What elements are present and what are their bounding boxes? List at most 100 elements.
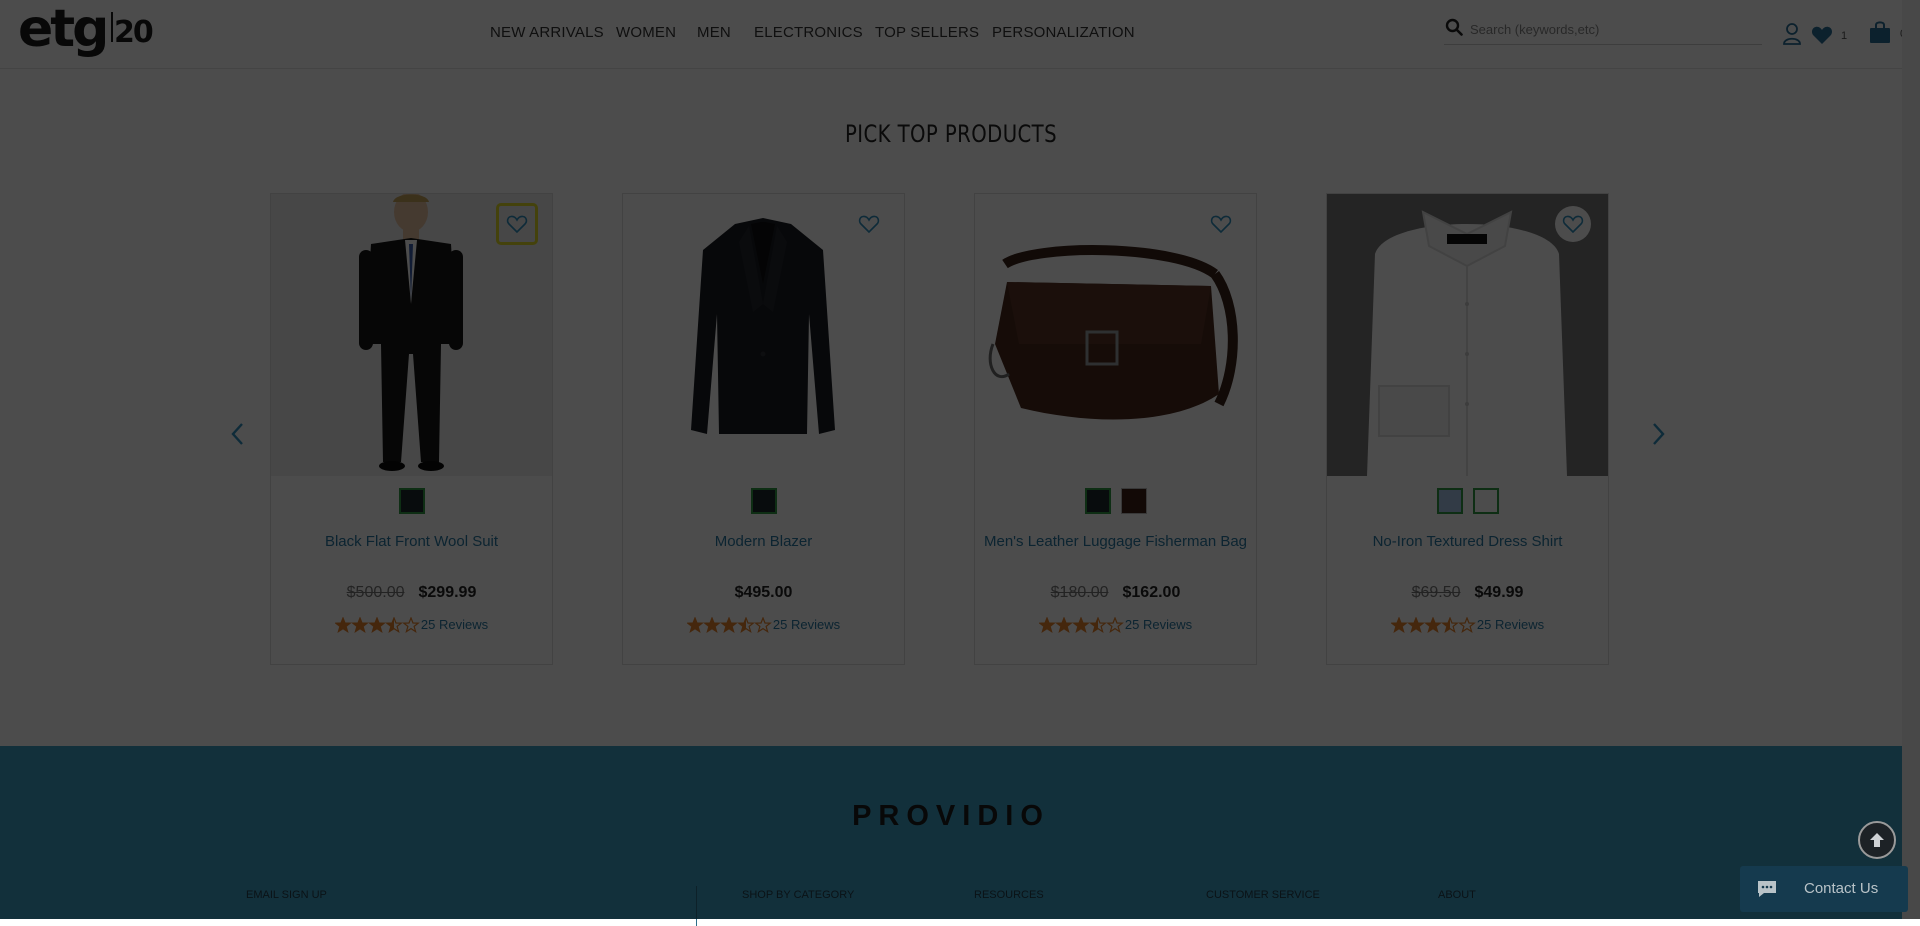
nav-electronics[interactable]: ELECTRONICS bbox=[754, 24, 863, 41]
add-to-wishlist-button[interactable] bbox=[1203, 206, 1239, 242]
footer-divider bbox=[696, 886, 697, 926]
swatch-black[interactable] bbox=[750, 488, 777, 514]
add-to-wishlist-button[interactable] bbox=[496, 203, 538, 245]
star-icon bbox=[686, 616, 704, 633]
site-header: etg 20 NEW ARRIVALS WOMEN MEN ELECTRONIC… bbox=[0, 0, 1920, 69]
star-icon bbox=[1390, 616, 1408, 633]
swatch-white[interactable] bbox=[1472, 488, 1499, 514]
star-icon bbox=[1424, 616, 1442, 633]
product-name[interactable]: Men's Leather Luggage Fisherman Bag bbox=[975, 533, 1256, 550]
star-icon bbox=[754, 616, 772, 633]
star-icon bbox=[402, 616, 420, 633]
product-name[interactable]: Modern Blazer bbox=[623, 533, 904, 550]
product-price: $180.00 $162.00 bbox=[975, 584, 1256, 602]
search-bar bbox=[1444, 16, 1762, 45]
sale-price: $299.99 bbox=[418, 584, 477, 601]
nav-top-sellers[interactable]: TOP SELLERS bbox=[875, 24, 979, 41]
sale-price: $495.00 bbox=[734, 584, 793, 601]
star-rating-icon bbox=[1390, 616, 1476, 633]
reviews-link[interactable]: 25 Reviews bbox=[1125, 617, 1192, 632]
star-icon bbox=[1458, 616, 1476, 633]
heart-icon[interactable] bbox=[1811, 25, 1833, 45]
star-icon bbox=[703, 616, 721, 633]
footer-resources-heading: RESOURCES bbox=[974, 889, 1044, 901]
star-rating-icon bbox=[686, 616, 772, 633]
search-icon[interactable] bbox=[1445, 18, 1463, 36]
arrow-up-icon bbox=[1870, 833, 1884, 847]
product-name[interactable]: Black Flat Front Wool Suit bbox=[271, 533, 552, 550]
color-swatches bbox=[975, 488, 1256, 514]
star-icon bbox=[1055, 616, 1073, 633]
shopping-bag-icon[interactable] bbox=[1869, 20, 1891, 44]
original-price: $69.50 bbox=[1411, 584, 1461, 601]
color-swatches bbox=[271, 488, 552, 514]
heart-outline-icon bbox=[858, 215, 880, 234]
product-price: $495.00 bbox=[623, 584, 904, 602]
contact-us-label: Contact Us bbox=[1804, 880, 1879, 897]
footer-email-signup-heading: EMAIL SIGN UP bbox=[246, 889, 327, 901]
footer-about-heading: ABOUT bbox=[1438, 889, 1476, 901]
heart-outline-icon bbox=[1562, 215, 1584, 234]
star-rating-icon bbox=[334, 616, 420, 633]
chat-bubble-icon bbox=[1758, 881, 1776, 897]
product-card[interactable]: Black Flat Front Wool Suit $500.00 $299.9… bbox=[270, 193, 553, 665]
product-rating: 25 Reviews bbox=[1327, 616, 1608, 633]
swatch-black[interactable] bbox=[398, 488, 425, 514]
nav-new-arrivals[interactable]: NEW ARRIVALS bbox=[490, 24, 604, 41]
star-icon bbox=[1106, 616, 1124, 633]
reviews-link[interactable]: 25 Reviews bbox=[773, 617, 840, 632]
star-icon bbox=[737, 616, 755, 633]
product-price: $69.50 $49.99 bbox=[1327, 584, 1608, 602]
product-name[interactable]: No-Iron Textured Dress Shirt bbox=[1327, 533, 1608, 550]
footer-shop-by-category-heading: SHOP BY CATEGORY bbox=[742, 889, 855, 901]
color-swatches bbox=[1327, 488, 1608, 514]
add-to-wishlist-button[interactable] bbox=[1555, 206, 1591, 242]
star-icon bbox=[368, 616, 386, 633]
heart-outline-icon bbox=[506, 215, 528, 234]
scroll-to-top-button[interactable] bbox=[1858, 821, 1896, 859]
star-icon bbox=[385, 616, 403, 633]
product-rating: 25 Reviews bbox=[271, 616, 552, 633]
section-title: PICK TOP PRODUCTS bbox=[844, 120, 1058, 148]
account-icon[interactable] bbox=[1782, 22, 1802, 46]
original-price: $180.00 bbox=[1050, 584, 1109, 601]
page-scrollbar[interactable] bbox=[1902, 0, 1920, 919]
sale-price: $49.99 bbox=[1474, 584, 1524, 601]
chevron-right-icon[interactable] bbox=[1646, 420, 1670, 448]
add-to-wishlist-button[interactable] bbox=[851, 206, 887, 242]
wishlist-count: 1 bbox=[1841, 30, 1848, 42]
star-icon bbox=[334, 616, 352, 633]
reviews-link[interactable]: 25 Reviews bbox=[1477, 617, 1544, 632]
swatch-black[interactable] bbox=[1084, 488, 1111, 514]
star-icon bbox=[1089, 616, 1107, 633]
star-icon bbox=[1072, 616, 1090, 633]
product-rating: 25 Reviews bbox=[975, 616, 1256, 633]
original-price: $500.00 bbox=[346, 584, 405, 601]
product-price: $500.00 $299.99 bbox=[271, 584, 552, 602]
heart-outline-icon bbox=[1210, 215, 1232, 234]
chevron-left-icon[interactable] bbox=[226, 420, 250, 448]
footer-brand[interactable]: PROVIDIO bbox=[0, 800, 1902, 833]
product-card[interactable]: Men's Leather Luggage Fisherman Bag $180… bbox=[974, 193, 1257, 665]
star-icon bbox=[351, 616, 369, 633]
star-icon bbox=[1441, 616, 1459, 633]
reviews-link[interactable]: 25 Reviews bbox=[421, 617, 488, 632]
product-card[interactable]: Modern Blazer $495.00 25 Reviews bbox=[622, 193, 905, 665]
site-footer: PROVIDIO EMAIL SIGN UP SHOP BY CATEGORY … bbox=[0, 746, 1902, 926]
nav-men[interactable]: MEN bbox=[697, 24, 731, 41]
star-icon bbox=[1038, 616, 1056, 633]
sale-price: $162.00 bbox=[1122, 584, 1181, 601]
nav-personalization[interactable]: PERSONALIZATION bbox=[992, 24, 1135, 41]
contact-us-chat-button[interactable]: Contact Us bbox=[1740, 866, 1908, 912]
star-icon bbox=[720, 616, 738, 633]
swatch-brown[interactable] bbox=[1120, 488, 1147, 514]
nav-women[interactable]: WOMEN bbox=[616, 24, 676, 41]
star-icon bbox=[1407, 616, 1425, 633]
product-card[interactable]: No-Iron Textured Dress Shirt $69.50 $49.9… bbox=[1326, 193, 1609, 665]
product-rating: 25 Reviews bbox=[623, 616, 904, 633]
swatch-blue[interactable] bbox=[1436, 488, 1463, 514]
footer-customer-service-heading: CUSTOMER SERVICE bbox=[1206, 889, 1320, 901]
search-input[interactable] bbox=[1468, 16, 1762, 42]
color-swatches bbox=[623, 488, 904, 514]
star-rating-icon bbox=[1038, 616, 1124, 633]
